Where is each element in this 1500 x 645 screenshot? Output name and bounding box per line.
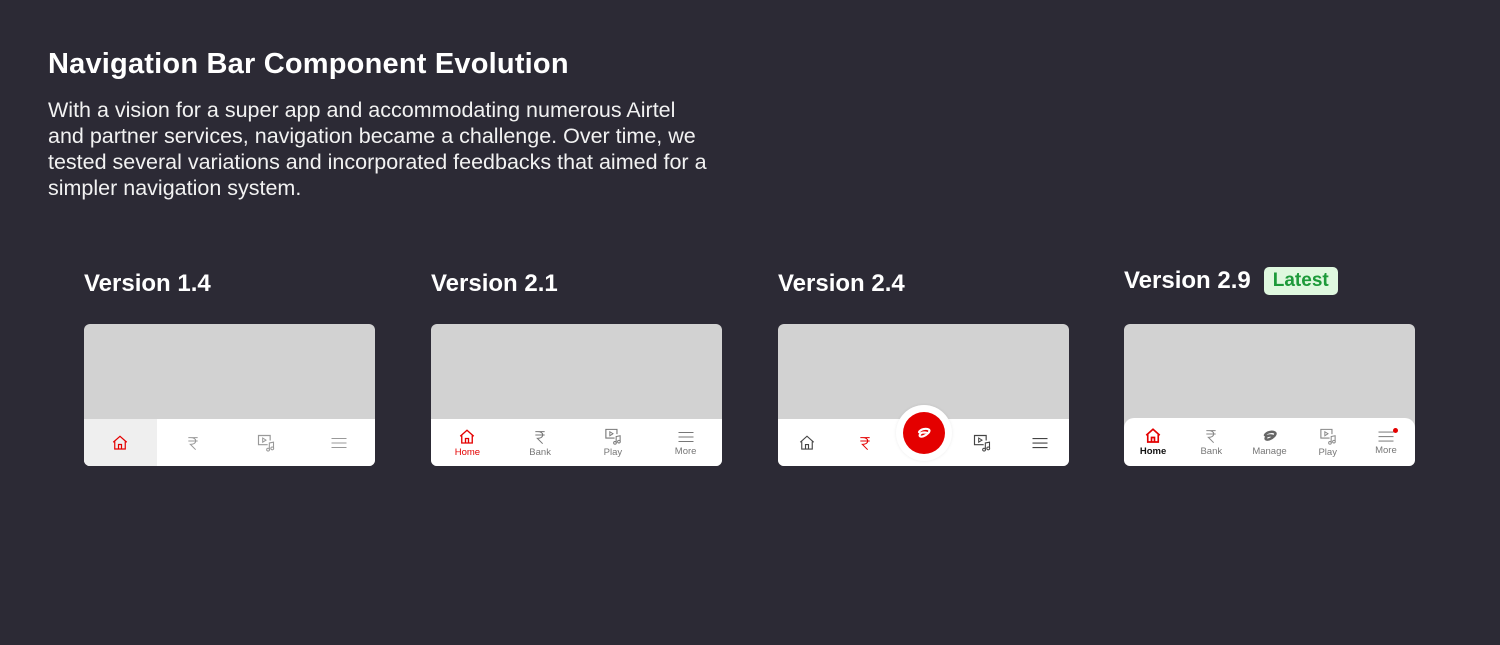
latest-badge: Latest bbox=[1263, 267, 1338, 295]
home-icon bbox=[460, 428, 475, 444]
nav-item-center[interactable] bbox=[894, 405, 952, 466]
nav-item-more[interactable] bbox=[302, 419, 375, 466]
nav-label: Play bbox=[1318, 446, 1337, 458]
nav-item-bank[interactable] bbox=[836, 419, 894, 466]
nav-item-play[interactable] bbox=[953, 419, 1011, 466]
screen-preview bbox=[84, 324, 375, 466]
nav-item-play[interactable]: Play bbox=[577, 419, 650, 466]
nav-item-play[interactable]: Play bbox=[1299, 418, 1357, 466]
nav-label: More bbox=[674, 445, 697, 457]
nav-item-more[interactable] bbox=[1011, 419, 1069, 466]
version-title: Version 2.1 bbox=[431, 270, 558, 297]
play-music-icon bbox=[1320, 428, 1336, 445]
version-title: Version 2.4 bbox=[778, 270, 905, 297]
nav-label: Bank bbox=[529, 446, 551, 458]
page-title: Navigation Bar Component Evolution bbox=[48, 48, 569, 80]
rupee-icon bbox=[860, 436, 870, 450]
airtel-fab-button[interactable] bbox=[895, 405, 952, 461]
version-card-2-1: Version 2.1 Home Bank Play More bbox=[431, 265, 723, 466]
nav-item-home[interactable]: Home bbox=[1124, 418, 1182, 466]
nav-item-home[interactable]: Home bbox=[431, 419, 504, 466]
home-icon bbox=[113, 434, 128, 450]
nav-item-more[interactable]: More bbox=[649, 419, 722, 466]
nav-item-bank[interactable] bbox=[157, 419, 230, 466]
nav-label: Play bbox=[603, 447, 623, 458]
nav-item-bank[interactable]: Bank bbox=[1182, 418, 1240, 466]
rupee-icon bbox=[188, 436, 198, 450]
play-music-icon bbox=[605, 428, 621, 445]
notification-dot bbox=[1392, 428, 1398, 433]
rupee-icon bbox=[1206, 430, 1216, 444]
version-title: Version 2.9 bbox=[1124, 267, 1251, 294]
nav-label: Home bbox=[454, 446, 481, 458]
screen-preview bbox=[778, 324, 1069, 466]
nav-item-more[interactable]: More bbox=[1357, 418, 1415, 466]
version-title: Version 1.4 bbox=[84, 270, 211, 297]
nav-label: Bank bbox=[1200, 446, 1223, 457]
nav-item-home[interactable] bbox=[84, 419, 157, 466]
version-card-2-9: Version 2.9 Latest Home Bank Manage Play bbox=[1124, 262, 1416, 466]
navigation-bar bbox=[84, 419, 375, 466]
rupee-icon bbox=[535, 430, 545, 444]
nav-item-bank[interactable]: Bank bbox=[504, 419, 577, 466]
nav-item-play[interactable] bbox=[230, 419, 303, 466]
menu-icon bbox=[678, 431, 694, 442]
home-icon bbox=[1145, 428, 1161, 443]
play-music-icon bbox=[973, 434, 990, 452]
airtel-logo-icon bbox=[1263, 430, 1277, 441]
menu-icon bbox=[1032, 437, 1048, 448]
airtel-logo-icon bbox=[917, 427, 930, 438]
page-description: With a vision for a super app and accomm… bbox=[48, 98, 707, 200]
nav-label: More bbox=[1375, 444, 1397, 456]
play-music-icon bbox=[257, 434, 275, 452]
nav-item-manage[interactable]: Manage bbox=[1240, 418, 1298, 466]
screen-preview: Home Bank Manage Play More bbox=[1124, 324, 1415, 466]
screen-preview: Home Bank Play More bbox=[431, 324, 722, 466]
home-icon bbox=[799, 434, 815, 450]
navigation-bar: Home Bank Play More bbox=[431, 419, 722, 466]
version-card-2-4: Version 2.4 bbox=[778, 265, 1070, 466]
nav-item-home[interactable] bbox=[778, 419, 836, 466]
navigation-bar: Home Bank Manage Play More bbox=[1124, 418, 1415, 466]
nav-label: Home bbox=[1139, 446, 1167, 457]
nav-label: Manage bbox=[1252, 446, 1287, 457]
version-card-1-4: Version 1.4 bbox=[84, 265, 376, 466]
navigation-bar bbox=[778, 405, 1069, 466]
menu-icon bbox=[331, 437, 347, 448]
